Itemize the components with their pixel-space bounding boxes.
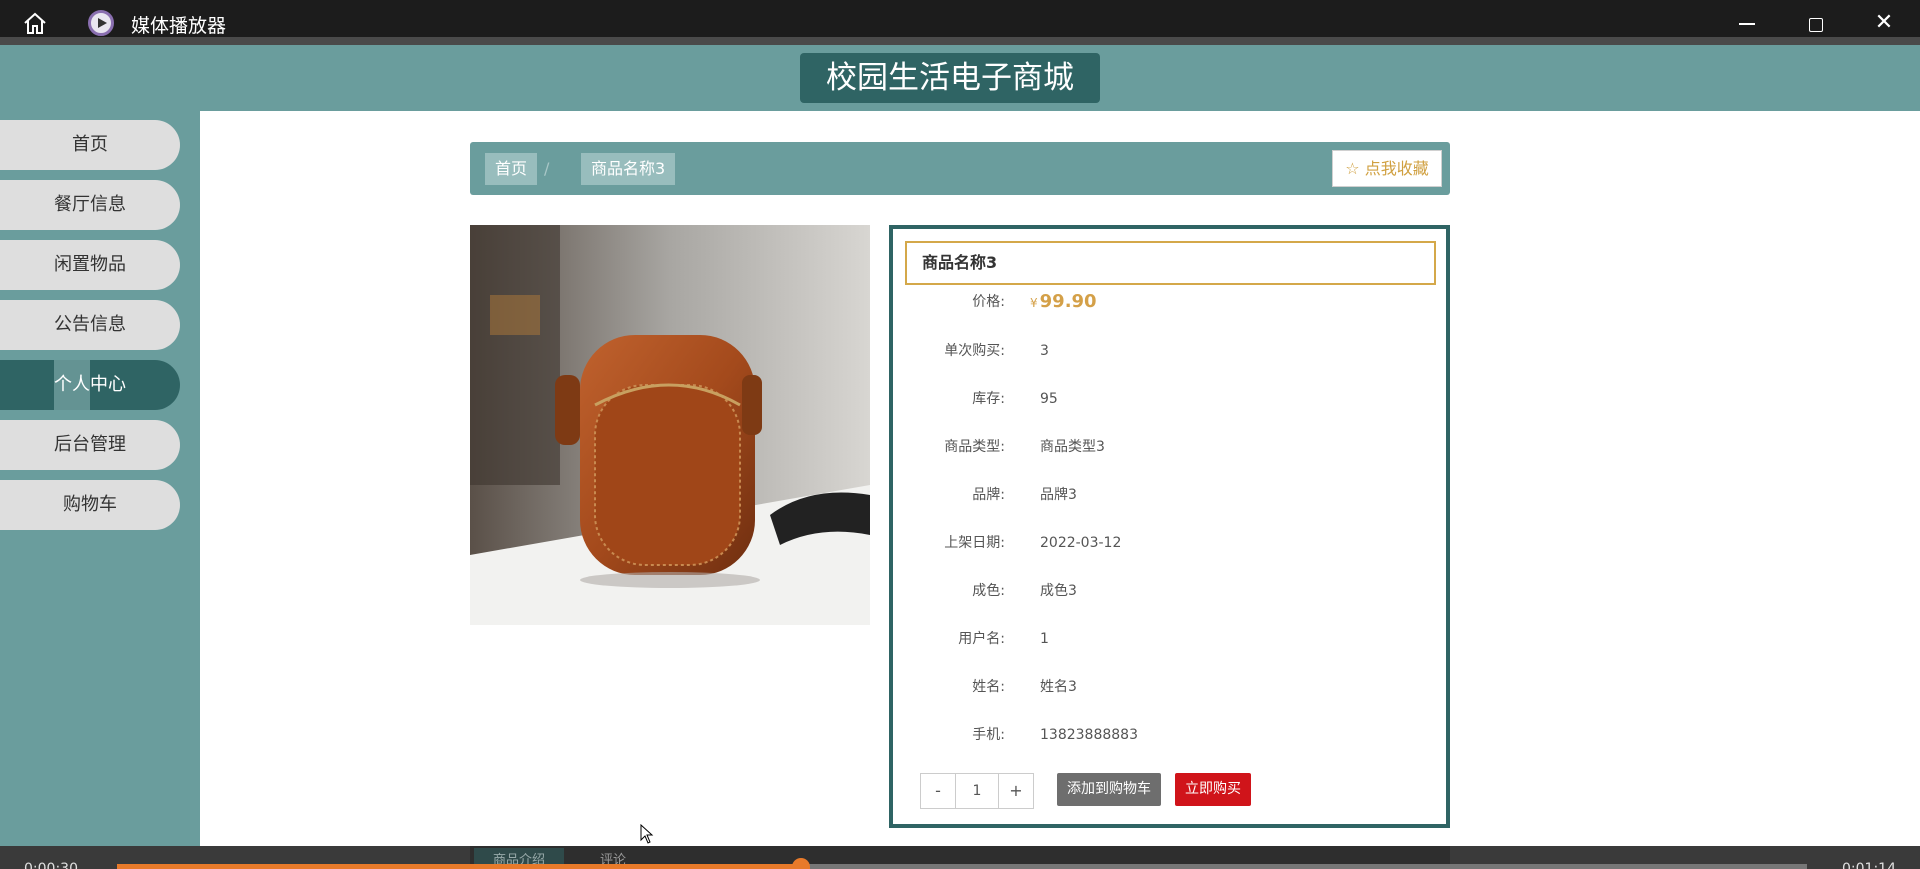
seek-bar-fill [117, 864, 802, 869]
detail-label: 单次购买: [944, 343, 1005, 359]
detail-row: 成色: 成色3 [893, 576, 1443, 606]
detail-label: 用户名: [958, 631, 1005, 647]
sidebar: 首页 餐厅信息 闲置物品 公告信息 个人中心 后台管理 购物车 [0, 111, 200, 846]
sidebar-item-label: 餐厅信息 [54, 194, 126, 215]
price-label: 价格: [972, 294, 1005, 310]
detail-value: 3 [1040, 343, 1049, 359]
favorite-button[interactable]: ☆ 点我收藏 [1332, 150, 1442, 187]
detail-value: 品牌3 [1040, 487, 1077, 503]
seek-bar[interactable] [117, 864, 1807, 869]
elapsed-time: 0:00:30 [24, 861, 78, 869]
media-player-icon [88, 10, 114, 36]
detail-label: 品牌: [972, 487, 1005, 503]
detail-row: 手机: 13823888883 [893, 720, 1443, 750]
minimize-button[interactable] [1724, 8, 1770, 38]
detail-value: 1 [1040, 631, 1049, 647]
breadcrumb-separator: / [544, 159, 550, 178]
detail-row: 上架日期: 2022-03-12 [893, 528, 1443, 558]
titlebar-divider [0, 37, 1920, 45]
app-title: 媒体播放器 [131, 15, 227, 37]
sidebar-item-label: 公告信息 [54, 314, 126, 335]
mouse-cursor-icon [640, 824, 654, 844]
breadcrumb-home-link[interactable]: 首页 [485, 153, 538, 185]
increment-button[interactable]: + [999, 774, 1033, 808]
sidebar-item-personal-center[interactable]: 个人中心 [0, 360, 180, 410]
detail-label: 商品类型: [944, 439, 1005, 455]
close-button[interactable]: ✕ [1861, 8, 1907, 38]
detail-value: 成色3 [1040, 583, 1077, 599]
detail-value: 2022-03-12 [1040, 535, 1122, 551]
buy-now-button[interactable]: 立即购买 [1175, 773, 1251, 806]
maximize-button[interactable] [1792, 8, 1838, 38]
detail-row: 单次购买: 3 [893, 336, 1443, 366]
sidebar-item-restaurant[interactable]: 餐厅信息 [0, 180, 180, 230]
breadcrumb: 首页 / 商品名称3 ☆ 点我收藏 [470, 142, 1450, 195]
quantity-stepper: - 1 + [920, 773, 1034, 809]
sidebar-item-admin[interactable]: 后台管理 [0, 420, 180, 470]
quantity-input[interactable]: 1 [955, 774, 999, 808]
home-icon[interactable] [22, 11, 48, 35]
sidebar-item-label: 个人中心 [54, 374, 126, 395]
detail-row: 品牌: 品牌3 [893, 480, 1443, 510]
detail-label: 库存: [972, 391, 1005, 407]
detail-row: 库存: 95 [893, 384, 1443, 414]
add-to-cart-button[interactable]: 添加到购物车 [1057, 773, 1161, 806]
detail-label: 手机: [972, 727, 1005, 743]
product-detail-panel: 商品名称3 价格: ¥99.90 单次购买: 3 库存: 95 商品类型: 商品类型3… [889, 225, 1450, 828]
detail-value: 姓名3 [1040, 679, 1077, 695]
sidebar-item-cart[interactable]: 购物车 [0, 480, 180, 530]
detail-value: 13823888883 [1040, 727, 1138, 743]
detail-label: 上架日期: [944, 535, 1005, 551]
detail-label: 姓名: [972, 679, 1005, 695]
sidebar-item-idle-goods[interactable]: 闲置物品 [0, 240, 180, 290]
sidebar-item-announcements[interactable]: 公告信息 [0, 300, 180, 350]
sidebar-item-label: 购物车 [63, 494, 117, 515]
site-title: 校园生活电子商城 [800, 53, 1100, 103]
price-amount: 99.90 [1039, 291, 1097, 312]
sidebar-item-home[interactable]: 首页 [0, 120, 180, 170]
decrement-button[interactable]: - [921, 774, 955, 808]
sidebar-item-label: 首页 [72, 134, 108, 155]
sidebar-item-label: 后台管理 [54, 434, 126, 455]
detail-row: 商品类型: 商品类型3 [893, 432, 1443, 462]
breadcrumb-current: 商品名称3 [581, 153, 676, 185]
sidebar-item-label: 闲置物品 [54, 254, 126, 275]
detail-row: 姓名: 姓名3 [893, 672, 1443, 702]
product-name: 商品名称3 [905, 241, 1436, 285]
detail-row: 用户名: 1 [893, 624, 1443, 654]
detail-value: 95 [1040, 391, 1058, 407]
price-value: ¥99.90 [1030, 287, 1097, 318]
site-header: 校园生活电子商城 [0, 45, 1920, 111]
price-row: 价格: ¥99.90 [893, 287, 1443, 317]
product-image [470, 225, 870, 625]
total-time: 0:01:14 [1842, 861, 1896, 869]
currency-symbol: ¥ [1030, 296, 1038, 310]
detail-value: 商品类型3 [1040, 439, 1105, 455]
detail-label: 成色: [972, 583, 1005, 599]
